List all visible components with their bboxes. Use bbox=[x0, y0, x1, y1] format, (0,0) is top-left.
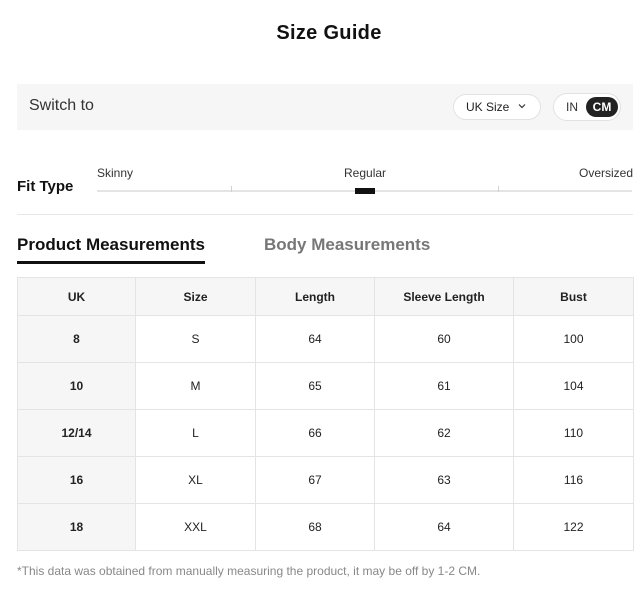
fit-scale-tick bbox=[231, 186, 232, 192]
table-cell: 12/14 bbox=[17, 409, 136, 457]
divider bbox=[17, 214, 633, 215]
table-cell: 116 bbox=[513, 456, 634, 504]
table-cell: 122 bbox=[513, 503, 634, 551]
unit-in-option[interactable]: IN bbox=[558, 97, 586, 117]
table-cell: M bbox=[135, 362, 256, 410]
unit-toggle: IN CM bbox=[553, 93, 621, 121]
table-cell: 63 bbox=[374, 456, 514, 504]
column-header: Bust bbox=[513, 277, 634, 316]
size-table: UK Size Length Sleeve Length Bust 8 S 64… bbox=[17, 277, 634, 551]
table-cell: 8 bbox=[17, 315, 136, 363]
table-cell: 61 bbox=[374, 362, 514, 410]
chevron-down-icon bbox=[518, 104, 526, 109]
table-cell: XXL bbox=[135, 503, 256, 551]
table-row: 12/14 L 66 62 110 bbox=[17, 409, 634, 457]
table-header-row: UK Size Length Sleeve Length Bust bbox=[17, 277, 634, 316]
table-cell: 65 bbox=[255, 362, 375, 410]
fit-type-label: Fit Type bbox=[17, 178, 74, 195]
table-cell: L bbox=[135, 409, 256, 457]
table-row: 16 XL 67 63 116 bbox=[17, 456, 634, 504]
fit-indicator bbox=[355, 188, 375, 194]
table-cell: 18 bbox=[17, 503, 136, 551]
fit-scale-tick bbox=[498, 186, 499, 192]
unit-cm-option[interactable]: CM bbox=[586, 97, 618, 117]
fit-option-oversized: Oversized bbox=[579, 166, 634, 180]
switch-label: Switch to bbox=[29, 97, 94, 114]
column-header: UK bbox=[17, 277, 136, 316]
table-cell: 62 bbox=[374, 409, 514, 457]
column-header: Size bbox=[135, 277, 256, 316]
column-header: Length bbox=[255, 277, 375, 316]
table-cell: S bbox=[135, 315, 256, 363]
table-row: 10 M 65 61 104 bbox=[17, 362, 634, 410]
table-cell: 64 bbox=[374, 503, 514, 551]
column-header: Sleeve Length bbox=[374, 277, 514, 316]
table-cell: 68 bbox=[255, 503, 375, 551]
measurement-footnote: *This data was obtained from manually me… bbox=[17, 564, 481, 578]
table-row: 18 XXL 68 64 122 bbox=[17, 503, 634, 551]
tab-body-measurements[interactable]: Body Measurements bbox=[264, 235, 430, 255]
table-cell: XL bbox=[135, 456, 256, 504]
table-cell: 100 bbox=[513, 315, 634, 363]
table-cell: 66 bbox=[255, 409, 375, 457]
table-row: 8 S 64 60 100 bbox=[17, 315, 634, 363]
unit-switch-bar: Switch to UK Size IN CM bbox=[17, 84, 633, 130]
table-cell: 60 bbox=[374, 315, 514, 363]
table-cell: 67 bbox=[255, 456, 375, 504]
fit-option-regular: Regular bbox=[344, 166, 387, 180]
size-system-dropdown[interactable]: UK Size bbox=[453, 94, 541, 120]
table-cell: 110 bbox=[513, 409, 634, 457]
page-title: Size Guide bbox=[276, 22, 382, 44]
tab-product-measurements[interactable]: Product Measurements bbox=[17, 235, 205, 264]
fit-option-skinny: Skinny bbox=[97, 166, 134, 180]
table-cell: 16 bbox=[17, 456, 136, 504]
table-cell: 64 bbox=[255, 315, 375, 363]
size-system-value: UK Size bbox=[466, 100, 510, 114]
table-cell: 104 bbox=[513, 362, 634, 410]
table-cell: 10 bbox=[17, 362, 136, 410]
